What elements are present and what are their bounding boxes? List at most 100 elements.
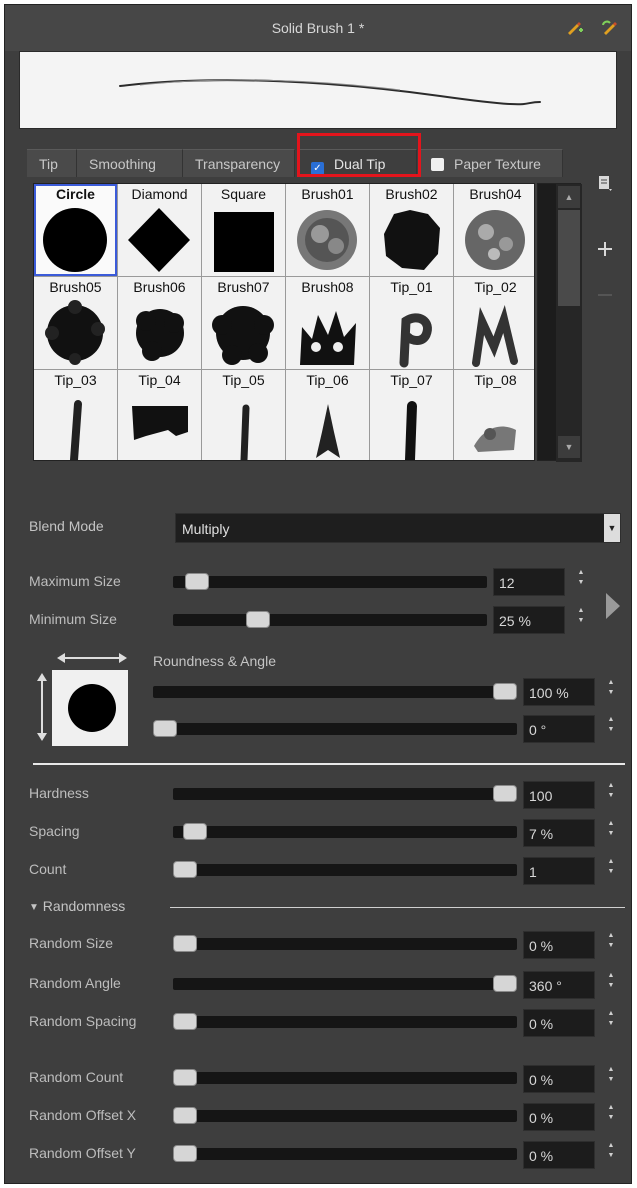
count-slider[interactable] [173, 861, 517, 878]
blend-mode-select[interactable]: Multiply ▼ [175, 513, 621, 543]
tab-transparency[interactable]: Transparency [183, 149, 295, 177]
tab-dual-tip[interactable]: ✓ Dual Tip [299, 149, 417, 177]
minimum-size-slider[interactable] [173, 611, 487, 628]
tip-tip-02[interactable]: Tip_02 [454, 277, 534, 369]
spacing-stepper[interactable]: ▲ ▼ [605, 819, 617, 847]
angle-field[interactable]: 0 ° [523, 715, 595, 743]
random-size-slider[interactable] [173, 935, 517, 952]
chevron-down-icon[interactable]: ▼ [604, 514, 620, 542]
tip-brush04[interactable]: Brush04 [454, 184, 534, 276]
random-offset-y-slider[interactable] [173, 1145, 517, 1162]
tip-brush08[interactable]: Brush08 [286, 277, 369, 369]
roundness-angle-label: Roundness & Angle [153, 653, 276, 669]
tip-label: Brush01 [301, 186, 354, 202]
random-spacing-field[interactable]: 0 % [523, 1009, 595, 1037]
tip-brush02[interactable]: Brush02 [370, 184, 453, 276]
tip-tip-08[interactable]: Tip_08 [454, 370, 534, 460]
maximum-size-field[interactable]: 12 [493, 568, 565, 596]
roundness-stepper[interactable]: ▲ ▼ [605, 678, 617, 706]
tab-paper-texture[interactable]: Paper Texture [419, 149, 563, 177]
paper-texture-checkbox[interactable] [431, 158, 444, 171]
tab-smoothing[interactable]: Smoothing [77, 149, 183, 177]
tip-tip-06[interactable]: Tip_06 [286, 370, 369, 460]
slider-knob[interactable] [153, 720, 177, 737]
tab-tip[interactable]: Tip [27, 149, 77, 177]
tip-brush06[interactable]: Brush06 [118, 277, 201, 369]
slider-knob[interactable] [182, 823, 207, 840]
slider-knob[interactable] [184, 573, 209, 590]
slider-knob[interactable] [245, 611, 270, 628]
minimum-size-stepper[interactable]: ▲ ▼ [575, 606, 587, 634]
tip-brush07[interactable]: Brush07 [202, 277, 285, 369]
tip-menu-icon[interactable] [593, 171, 617, 195]
scroll-up-icon[interactable]: ▲ [558, 186, 580, 208]
count-stepper[interactable]: ▲ ▼ [605, 857, 617, 885]
tip-library-grid: Circle Diamond Square Brush01 Brush02 Brush04… [33, 183, 535, 461]
random-size-label: Random Size [29, 935, 114, 951]
roundness-slider[interactable] [153, 683, 517, 700]
scroll-down-icon[interactable]: ▼ [558, 436, 580, 458]
tip-square[interactable]: Square [202, 184, 285, 276]
random-spacing-stepper[interactable]: ▲ ▼ [605, 1009, 617, 1037]
remove-tip-icon[interactable] [593, 283, 617, 307]
tip-label: Diamond [131, 186, 188, 202]
tip-tip-04[interactable]: Tip_04 [118, 370, 201, 460]
angle-stepper[interactable]: ▲ ▼ [605, 715, 617, 743]
slider-knob[interactable] [173, 861, 197, 878]
slider-knob[interactable] [173, 1069, 197, 1086]
tip-label: Tip_08 [474, 372, 517, 388]
spacing-slider[interactable] [173, 823, 517, 840]
count-field[interactable]: 1 [523, 857, 595, 885]
pencil-refresh-icon[interactable] [601, 19, 619, 37]
random-angle-label: Random Angle [29, 975, 121, 991]
spacing-field[interactable]: 7 % [523, 819, 595, 847]
tip-brush05[interactable]: Brush05 [34, 277, 117, 369]
tab-bar: Tip Smoothing Transparency ✓ Dual Tip Pap… [27, 143, 627, 177]
slider-knob[interactable] [493, 975, 517, 992]
random-size-field[interactable]: 0 % [523, 931, 595, 959]
random-offset-x-field[interactable]: 0 % [523, 1103, 595, 1131]
hardness-field[interactable]: 100 [523, 781, 595, 809]
roundness-field[interactable]: 100 % [523, 678, 595, 706]
dual-tip-checkbox[interactable]: ✓ [311, 162, 324, 175]
tip-tip-05[interactable]: Tip_05 [202, 370, 285, 460]
tip-diamond[interactable]: Diamond [118, 184, 201, 276]
maximum-size-stepper[interactable]: ▲ ▼ [575, 568, 587, 596]
random-count-slider[interactable] [173, 1069, 517, 1086]
tip-brush01[interactable]: Brush01 [286, 184, 369, 276]
random-count-field[interactable]: 0 % [523, 1065, 595, 1093]
random-count-stepper[interactable]: ▲ ▼ [605, 1065, 617, 1093]
random-offset-x-stepper[interactable]: ▲ ▼ [605, 1103, 617, 1131]
random-angle-stepper[interactable]: ▲ ▼ [605, 971, 617, 999]
hardness-slider[interactable] [173, 785, 517, 802]
scroll-thumb[interactable] [558, 210, 580, 306]
play-arrow-icon[interactable] [603, 591, 623, 621]
random-size-stepper[interactable]: ▲ ▼ [605, 931, 617, 959]
slider-knob[interactable] [173, 1013, 197, 1030]
tip-tip-03[interactable]: Tip_03 [34, 370, 117, 460]
slider-knob[interactable] [493, 683, 517, 700]
tip-tip-01[interactable]: Tip_01 [370, 277, 453, 369]
tip-grid-scrollbar[interactable]: ▲ ▼ [537, 183, 582, 462]
slider-knob[interactable] [493, 785, 517, 802]
minimum-size-field[interactable]: 25 % [493, 606, 565, 634]
tip-circle[interactable]: Circle [34, 184, 117, 276]
tip-label: Circle [56, 186, 95, 202]
angle-slider[interactable] [153, 720, 517, 737]
random-spacing-slider[interactable] [173, 1013, 517, 1030]
tip-tip-07[interactable]: Tip_07 [370, 370, 453, 460]
maximum-size-slider[interactable] [173, 573, 487, 590]
random-offset-y-field[interactable]: 0 % [523, 1141, 595, 1169]
slider-knob[interactable] [173, 935, 197, 952]
slider-knob[interactable] [173, 1107, 197, 1124]
random-angle-field[interactable]: 360 ° [523, 971, 595, 999]
random-angle-slider[interactable] [173, 975, 517, 992]
randomness-header[interactable]: ▼ Randomness [29, 898, 125, 914]
pencil-plus-icon[interactable] [565, 19, 583, 37]
random-offset-x-slider[interactable] [173, 1107, 517, 1124]
slider-knob[interactable] [173, 1145, 197, 1162]
hardness-stepper[interactable]: ▲ ▼ [605, 781, 617, 809]
add-tip-icon[interactable] [593, 237, 617, 261]
random-offset-y-stepper[interactable]: ▲ ▼ [605, 1141, 617, 1169]
roundness-preview[interactable] [52, 670, 128, 746]
